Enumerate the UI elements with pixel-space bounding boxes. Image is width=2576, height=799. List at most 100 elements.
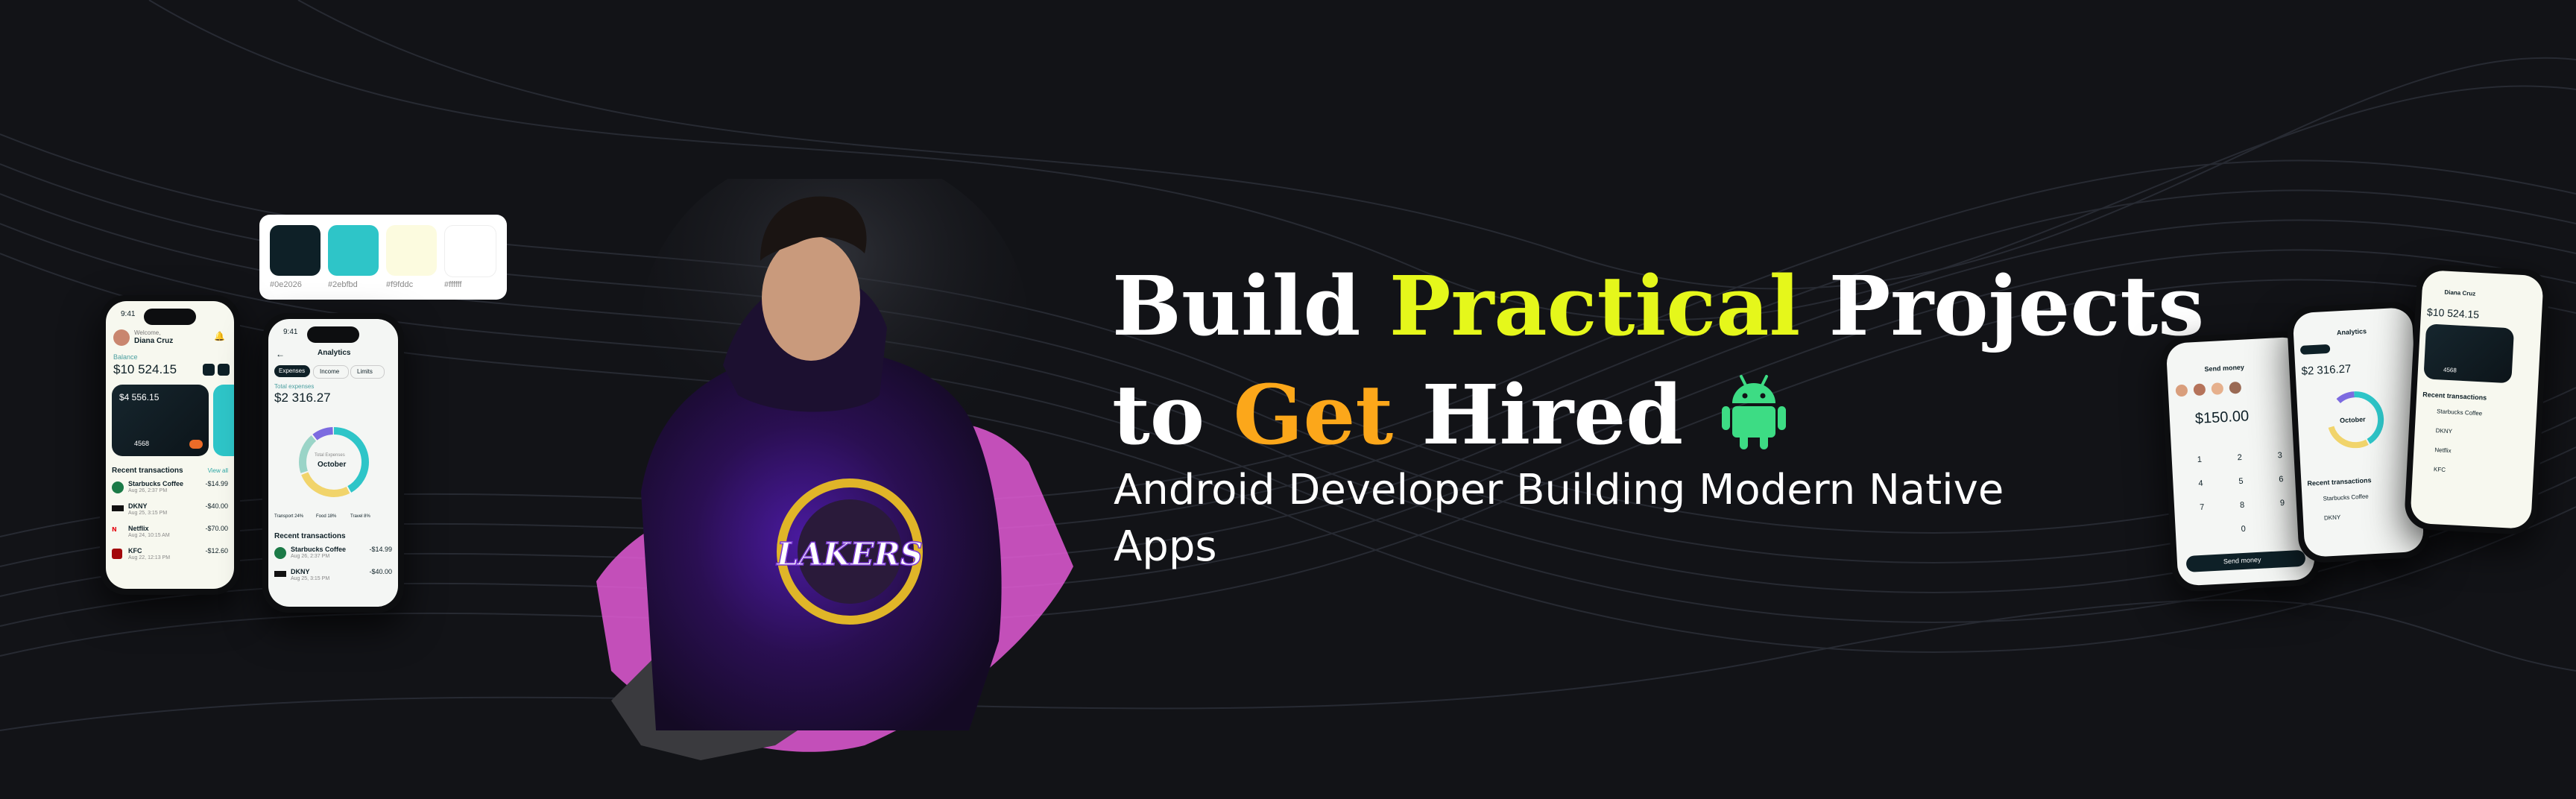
view-all-link[interactable]: View all [208, 467, 228, 474]
recent-transactions-heading: Recent transactions [274, 532, 346, 540]
user-name: Diana Cruz [2444, 288, 2476, 297]
dkny-logo-icon [112, 505, 124, 511]
screen-title: Send money [2204, 363, 2245, 373]
transaction-name: DKNY [291, 568, 310, 575]
phone-mockup-home: 9:41 Welcome, Diana Cruz 🔔 Balance $10 5… [100, 295, 240, 595]
transaction-name: DKNY [2435, 427, 2453, 435]
kfc-logo-icon [112, 549, 122, 559]
legend-item: Food 18% [316, 514, 337, 519]
palette-swatch [328, 225, 379, 276]
starbucks-logo-icon [274, 547, 286, 559]
contact-avatar[interactable] [2175, 384, 2188, 397]
transaction-name: DKNY [128, 502, 148, 510]
card-balance: $4 556.15 [119, 392, 160, 402]
tab-label: Expenses [279, 367, 306, 374]
tab-limits[interactable]: Limits [350, 365, 385, 379]
palette-label: #f9fddc [386, 280, 414, 289]
keypad-key[interactable]: 3 [2277, 451, 2282, 460]
transaction-date: Aug 25, 3:15 PM [128, 511, 168, 516]
status-time: 9:41 [121, 310, 136, 318]
donut-center-month: October [318, 461, 347, 469]
transaction-name: Starbucks Coffee [291, 546, 347, 553]
balance-amount: $10 524.15 [113, 362, 177, 376]
back-arrow-icon[interactable]: ← [276, 349, 285, 359]
balance-label: Balance [113, 353, 138, 361]
tab-expenses[interactable]: Expenses [274, 365, 310, 377]
card-number: 4568 [134, 440, 150, 447]
bank-card-secondary[interactable] [213, 385, 234, 456]
transaction-name: KFC [2433, 466, 2446, 473]
color-palette-card: #0e2026 #2ebfbd #f9fddc #ffffff [259, 215, 507, 300]
recent-transactions-heading: Recent transactions [2422, 391, 2487, 402]
page-title: Build Practical Projects to Get Hired [1112, 252, 2204, 470]
transaction-amount: -$40.00 [205, 502, 228, 510]
keypad-key[interactable]: 7 [2200, 503, 2205, 512]
bank-card[interactable]: $4 556.15 4568 [112, 385, 209, 456]
headline-word: Build [1112, 258, 1361, 354]
palette-label: #ffffff [444, 280, 462, 289]
bank-card[interactable]: 4568 [2423, 323, 2515, 384]
subtitle: Android Developer Building Modern Native… [1114, 466, 2004, 571]
transaction-amount: -$14.99 [369, 546, 392, 553]
keypad-key[interactable]: 0 [2241, 525, 2246, 534]
keypad-key[interactable]: 9 [2280, 499, 2285, 508]
recent-transactions-heading: Recent transactions [2307, 476, 2372, 487]
headline-word: Projects [1828, 258, 2205, 354]
contact-avatar[interactable] [2229, 381, 2242, 394]
contact-avatar[interactable] [2211, 382, 2224, 395]
status-time: 9:41 [283, 328, 298, 336]
transaction-amount: -$14.99 [205, 480, 228, 487]
phone-mockup-analytics: 9:41 ← Analytics Expenses Income Limits … [262, 313, 404, 613]
headline-word: Hired [1421, 367, 1684, 463]
keypad-key[interactable]: 2 [2237, 453, 2242, 462]
screen-title: Analytics [318, 349, 351, 357]
keypad-key[interactable]: 8 [2240, 501, 2245, 510]
donut-center-month: October [2339, 415, 2366, 425]
recent-transactions-heading: Recent transactions [112, 467, 183, 475]
headline-line-1: Build Practical Projects [1112, 252, 2204, 361]
avatar [113, 329, 130, 346]
transaction-amount: -$70.00 [205, 525, 228, 532]
keypad-key[interactable]: 1 [2197, 455, 2203, 464]
add-button[interactable] [203, 364, 215, 376]
total-expenses-label: Total expenses [274, 383, 315, 390]
keypad-key[interactable]: 4 [2198, 479, 2203, 488]
transaction-name: KFC [128, 547, 142, 555]
developer-portrait: LAKERS [596, 179, 1073, 760]
headline-word: to [1112, 367, 1205, 463]
transaction-amount: -$40.00 [369, 568, 392, 575]
phone-mockup-home-2: Diana Cruz $10 524.15 4568 Recent transa… [2403, 263, 2551, 536]
keypad-key[interactable]: 6 [2279, 475, 2284, 484]
contact-avatar[interactable] [2193, 383, 2206, 397]
transaction-name: DKNY [2323, 514, 2341, 522]
donut-center-label: Total Expenses [315, 453, 345, 458]
transaction-date: Aug 25, 3:15 PM [291, 576, 330, 581]
palette-swatch [270, 225, 321, 276]
bell-icon[interactable]: 🔔 [214, 331, 225, 341]
headline-highlight-word: Practical [1389, 258, 1801, 354]
tab-expenses[interactable] [2299, 344, 2331, 355]
welcome-text: Welcome, [134, 329, 161, 336]
total-expenses-amount: $2 316.27 [274, 391, 331, 405]
send-amount: $150.00 [2194, 408, 2250, 428]
send-money-button[interactable]: Send money [2185, 549, 2306, 572]
headline-line-2: to Get Hired [1112, 361, 2204, 470]
transaction-date: Aug 24, 10:15 AM [128, 533, 170, 538]
transaction-amount: -$12.60 [205, 547, 228, 555]
legend-item: Transport 24% [274, 514, 304, 519]
android-icon [1722, 375, 1787, 449]
screen-title: Analytics [2336, 327, 2367, 337]
dkny-logo-icon [274, 571, 286, 577]
keypad-key[interactable]: 5 [2238, 477, 2244, 486]
button-label: Send money [2223, 555, 2261, 566]
transaction-date: Aug 26, 2:37 PM [291, 554, 330, 559]
grid-button[interactable] [218, 364, 230, 376]
palette-label: #0e2026 [270, 280, 302, 289]
transaction-date: Aug 22, 12:13 PM [128, 555, 171, 560]
user-name: Diana Cruz [134, 337, 174, 345]
palette-swatch [386, 225, 437, 276]
legend-item: Travel 8% [350, 514, 370, 519]
tab-income[interactable]: Income [313, 365, 349, 379]
balance-amount: $10 524.15 [2426, 306, 2480, 320]
tab-label: Income [320, 368, 340, 375]
